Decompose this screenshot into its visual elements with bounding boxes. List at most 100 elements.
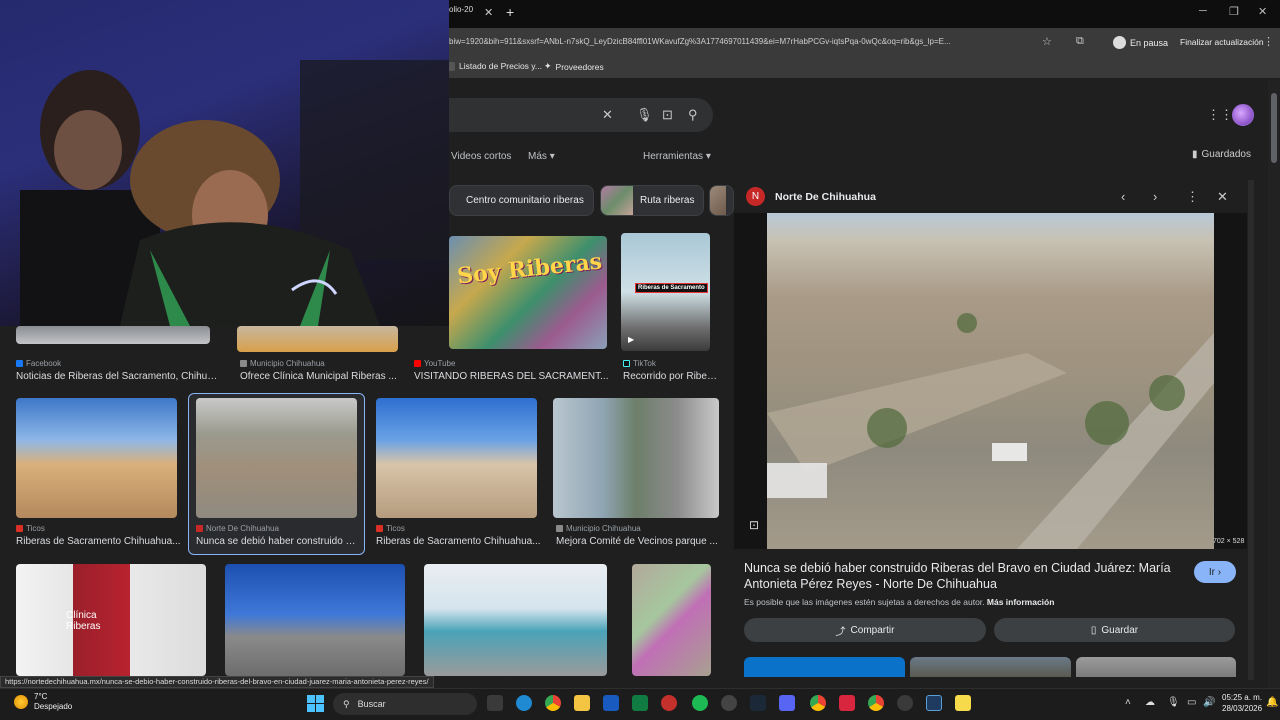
save-button[interactable]: ▯ Guardar	[994, 618, 1235, 642]
saved-button[interactable]: ▮ Guardados	[1192, 149, 1251, 160]
result-title[interactable]: Riberas de Sacramento Chihuahua...	[16, 536, 181, 547]
task-view-icon[interactable]	[487, 695, 503, 711]
acrobat-icon[interactable]	[661, 695, 677, 711]
chrome-profile-icon[interactable]	[810, 695, 826, 711]
finish-update-button[interactable]: Finalizar actualización	[1180, 37, 1264, 47]
minimize-icon[interactable]: ─	[1199, 5, 1207, 17]
panel-source-name[interactable]: Norte De Chihuahua	[775, 191, 876, 203]
result-title[interactable]: Noticias de Riberas del Sacramento, Chih…	[16, 371, 221, 382]
result-title[interactable]: Ofrece Clínica Municipal Riberas ...	[240, 371, 400, 382]
result-source: Ticos	[376, 524, 405, 533]
excel-icon[interactable]	[632, 695, 648, 711]
notification-icon[interactable]: 🔔	[1266, 697, 1278, 708]
discord-icon[interactable]	[779, 695, 795, 711]
close-icon[interactable]: ✕	[1217, 189, 1228, 205]
bookmark-proveedores[interactable]: ✦ Proveedores	[544, 61, 604, 72]
filter-short-videos[interactable]: Videos cortos	[451, 151, 511, 162]
temperature: 7°C	[34, 692, 48, 701]
result-image[interactable]	[16, 398, 177, 518]
close-tab-icon[interactable]: ✕	[484, 6, 493, 19]
result-image[interactable]: Riberas de Sacramento ▶	[621, 233, 710, 351]
url-field[interactable]: biw=1920&bih=911&sxsrf=ANbL-n7skQ_LeyDzi…	[449, 37, 1029, 46]
menu-dots-icon[interactable]: ⋮	[1263, 35, 1274, 48]
app-icon[interactable]	[839, 695, 855, 711]
vegas-icon[interactable]	[926, 695, 942, 711]
volume-icon[interactable]: 🔊	[1203, 697, 1215, 708]
result-image[interactable]	[225, 564, 405, 676]
result-title[interactable]: Mejora Comité de Vecinos parque ...	[556, 536, 719, 547]
related-image[interactable]	[1076, 657, 1236, 677]
chevron-right-icon[interactable]: ›	[1153, 189, 1157, 204]
related-image[interactable]	[910, 657, 1071, 677]
result-image[interactable]	[16, 326, 210, 344]
result-image[interactable]: Clínica Riberas	[16, 564, 206, 676]
webcam-scene	[20, 60, 449, 326]
lens-search-icon[interactable]: ⊡	[749, 518, 759, 532]
result-image[interactable]	[237, 326, 398, 352]
result-title[interactable]: Nunca se debió haber construido R...	[196, 536, 358, 547]
taskbar-search[interactable]: ⚲ Buscar	[333, 693, 477, 715]
app-icon[interactable]	[721, 695, 737, 711]
new-tab-icon[interactable]: +	[506, 4, 514, 20]
edge-icon[interactable]	[516, 695, 532, 711]
extensions-icon[interactable]: ⧉	[1076, 35, 1084, 48]
scrollbar-thumb[interactable]	[1271, 93, 1277, 163]
word-icon[interactable]	[603, 695, 619, 711]
visit-button[interactable]: Ir ›	[1194, 561, 1236, 583]
sticky-notes-icon[interactable]	[955, 695, 971, 711]
page-scrollbar[interactable]	[1268, 80, 1280, 688]
panel-title[interactable]: Nunca se debió haber construido Riberas …	[744, 560, 1184, 592]
clock[interactable]: 05:25 a. m. 28/03/2026	[1222, 692, 1262, 714]
search-icon[interactable]: ⚲	[688, 107, 698, 123]
more-info-link[interactable]: Más información	[987, 597, 1055, 607]
mic-icon[interactable]: 🎙	[636, 107, 653, 123]
network-icon[interactable]: ▭	[1187, 697, 1196, 708]
close-window-icon[interactable]: ✕	[1258, 5, 1267, 18]
result-title[interactable]: Riberas de Sacramento Chihuahua...	[376, 536, 541, 547]
more-options-icon[interactable]: ⋮	[1186, 189, 1199, 205]
result-image[interactable]	[553, 398, 719, 518]
share-button[interactable]: ⤴ Compartir	[744, 618, 986, 642]
result-image[interactable]	[632, 564, 711, 676]
result-title[interactable]: Recorrido por Riber...	[623, 371, 718, 382]
clear-search-icon[interactable]: ✕	[602, 107, 613, 123]
preview-image[interactable]	[767, 213, 1214, 549]
source-label: Facebook	[26, 359, 62, 368]
bookmark-precios[interactable]: Listado de Precios y...	[446, 61, 542, 71]
related-image[interactable]	[744, 657, 905, 677]
restore-icon[interactable]: ❐	[1229, 5, 1239, 18]
avatar[interactable]	[1232, 104, 1254, 126]
cloud-icon[interactable]: ☁	[1145, 697, 1155, 708]
chip-centro-comunitario[interactable]: Centro comunitario riberas	[449, 185, 594, 216]
chip-next[interactable]	[709, 185, 734, 216]
file-explorer-icon[interactable]	[574, 695, 590, 711]
spotify-icon[interactable]	[692, 695, 708, 711]
chevron-up-icon[interactable]: ˄	[1125, 697, 1131, 708]
chrome-icon[interactable]	[545, 695, 561, 711]
chip-ruta-riberas[interactable]: Ruta riberas	[600, 185, 704, 216]
result-title[interactable]: VISITANDO RIBERAS DEL SACRAMENT...	[414, 371, 609, 382]
search-input[interactable]	[449, 98, 713, 132]
panel-scrollbar[interactable]	[1248, 180, 1254, 680]
lens-icon[interactable]: ⊡	[662, 107, 673, 123]
result-image[interactable]	[376, 398, 537, 518]
mic-icon[interactable]: 🎙	[1167, 697, 1180, 708]
chevron-left-icon[interactable]: ‹	[1121, 189, 1125, 204]
result-image[interactable]	[424, 564, 607, 676]
chrome-profile-icon[interactable]	[868, 695, 884, 711]
filter-tools[interactable]: Herramientas ▾	[643, 151, 711, 162]
result-image[interactable]: Soy Riberas	[449, 236, 607, 349]
bookmark-star-icon[interactable]: ☆	[1042, 35, 1052, 48]
windows-start-icon[interactable]	[307, 695, 324, 712]
media-player-icon[interactable]	[897, 695, 913, 711]
result-source: Facebook	[16, 359, 61, 368]
result-source: TikTok	[623, 359, 656, 368]
result-image[interactable]	[196, 398, 357, 518]
profile-paused-button[interactable]: En pausa	[1113, 36, 1168, 49]
filter-more[interactable]: Más ▾	[528, 151, 555, 162]
steam-icon[interactable]	[750, 695, 766, 711]
browser-tab[interactable]: olio-20	[449, 5, 473, 14]
chevron-down-icon: ▾	[549, 151, 555, 162]
apps-grid-icon[interactable]: ⋮⋮	[1207, 107, 1233, 123]
weather-widget[interactable]: 7°C Despejado	[14, 692, 72, 712]
